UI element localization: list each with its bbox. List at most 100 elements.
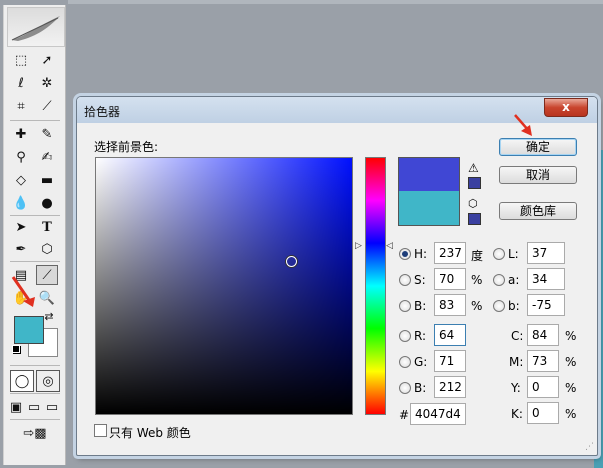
- toolbox-divider: [10, 393, 60, 394]
- radio-lab-l[interactable]: [493, 248, 505, 260]
- current-color-swatch[interactable]: [398, 191, 460, 226]
- red-input[interactable]: 64: [434, 324, 466, 346]
- cyan-label: C:: [511, 329, 524, 343]
- lab-l-input[interactable]: 37: [527, 242, 565, 264]
- hue-slider[interactable]: [365, 157, 386, 415]
- pen-tool-icon[interactable]: ✒: [10, 239, 32, 259]
- hue-slider-right-handle-icon[interactable]: ◁: [386, 241, 393, 251]
- saturation-label: S:: [414, 273, 426, 287]
- toolbox-divider: [10, 120, 60, 121]
- jump-to-imageready-icon[interactable]: ⇨▩: [12, 423, 58, 443]
- blur-tool-icon[interactable]: 💧: [10, 193, 32, 213]
- cyan-unit: %: [565, 329, 577, 343]
- radio-red[interactable]: [399, 330, 411, 342]
- type-tool-icon[interactable]: T: [36, 217, 58, 237]
- green-input[interactable]: 71: [434, 350, 466, 372]
- black-unit: %: [565, 407, 577, 421]
- marquee-tool-icon[interactable]: ⬚: [10, 50, 32, 70]
- history-brush-tool-icon[interactable]: ✍: [36, 147, 58, 167]
- clone-stamp-tool-icon[interactable]: ⚲: [10, 147, 32, 167]
- blue-label: B:: [414, 381, 427, 395]
- blue-input[interactable]: 212: [434, 376, 466, 398]
- cancel-button[interactable]: 取消: [499, 166, 577, 184]
- lab-a-input[interactable]: 34: [527, 268, 565, 290]
- screen-mode-standard-icon[interactable]: ▣: [8, 397, 24, 417]
- yellow-input[interactable]: 0: [527, 376, 559, 398]
- toolbox-divider: [10, 215, 60, 216]
- radio-lab-a[interactable]: [493, 274, 505, 286]
- foreground-color-swatch[interactable]: [14, 316, 44, 344]
- gamut-correction-swatch[interactable]: [468, 177, 481, 189]
- brightness-input[interactable]: 83: [434, 294, 466, 316]
- photoshop-feather-logo: [7, 7, 65, 47]
- hue-label: H:: [414, 247, 428, 261]
- radio-blue[interactable]: [399, 382, 411, 394]
- annotation-arrow-icon: [11, 276, 35, 307]
- toolbox-divider: [10, 365, 60, 366]
- gamut-warning-icon[interactable]: ⚠: [468, 161, 479, 175]
- close-button[interactable]: x: [544, 98, 588, 117]
- toolbox: ⬚ ➚ ℓ ✲ ⌗ ⟋ ✚ ✎ ⚲ ✍ ◇ ▬ 💧 ● ➤ T ✒ ⬡ ▤ ⟋ …: [3, 5, 66, 465]
- saturation-unit: %: [471, 273, 483, 287]
- color-field[interactable]: [95, 157, 353, 415]
- crop-tool-icon[interactable]: ⌗: [10, 96, 32, 116]
- radio-brightness[interactable]: [399, 300, 411, 312]
- web-colors-only-label: 只有 Web 颜色: [109, 426, 191, 440]
- screen-mode-full-icon[interactable]: ▭: [44, 397, 60, 417]
- move-tool-icon[interactable]: ➚: [36, 50, 58, 70]
- resize-grip-icon[interactable]: ⋰: [585, 442, 594, 452]
- dialog-title: 拾色器: [84, 105, 121, 119]
- screen-mode-menu-icon[interactable]: ▭: [26, 397, 42, 417]
- color-libraries-button[interactable]: 颜色库: [499, 202, 577, 220]
- black-input[interactable]: 0: [527, 402, 559, 424]
- lasso-tool-icon[interactable]: ℓ: [10, 73, 32, 93]
- path-select-tool-icon[interactable]: ➤: [10, 217, 32, 237]
- pick-foreground-label: 选择前景色:: [94, 140, 159, 154]
- hex-label: #: [399, 408, 410, 422]
- healing-brush-tool-icon[interactable]: ✚: [10, 124, 32, 144]
- lab-b-label: b:: [508, 299, 520, 313]
- eyedropper-slice-tool-icon[interactable]: ⟋: [36, 96, 58, 116]
- web-safe-correction-swatch[interactable]: [468, 213, 481, 225]
- yellow-label: Y:: [511, 381, 521, 395]
- magenta-unit: %: [565, 355, 577, 369]
- color-field-cursor[interactable]: [286, 256, 297, 267]
- red-label: R:: [414, 329, 427, 343]
- magenta-label: M:: [509, 355, 524, 369]
- radio-lab-b[interactable]: [493, 300, 505, 312]
- radio-saturation[interactable]: [399, 274, 411, 286]
- lab-a-label: a:: [508, 273, 520, 287]
- annotation-arrow-icon: [514, 114, 532, 136]
- gradient-tool-icon[interactable]: ▬: [36, 170, 58, 190]
- brush-tool-icon[interactable]: ✎: [36, 124, 58, 144]
- swap-colors-icon[interactable]: ⇄: [42, 309, 56, 323]
- default-colors-icon[interactable]: [12, 345, 20, 353]
- zoom-tool-icon[interactable]: 🔍: [36, 288, 58, 308]
- brightness-unit: %: [471, 299, 483, 313]
- dodge-tool-icon[interactable]: ●: [36, 193, 58, 213]
- black-label: K:: [511, 407, 523, 421]
- lab-b-input[interactable]: -75: [527, 294, 565, 316]
- color-picker-dialog: 拾色器 x 选择前景色: ▷ ◁ ⚠ ⬡ 确定 取消 颜色库 H: 237 度 …: [76, 96, 598, 456]
- quick-mask-mode-icon[interactable]: ◎: [36, 370, 60, 392]
- radio-hue[interactable]: [399, 248, 411, 260]
- web-colors-only-checkbox[interactable]: [94, 424, 107, 437]
- yellow-unit: %: [565, 381, 577, 395]
- magenta-input[interactable]: 73: [527, 350, 559, 372]
- standard-mode-icon[interactable]: ◯: [10, 370, 34, 392]
- hue-input[interactable]: 237: [434, 242, 466, 264]
- cyan-input[interactable]: 84: [527, 324, 559, 346]
- saturation-input[interactable]: 70: [434, 268, 466, 290]
- web-safe-cube-icon[interactable]: ⬡: [468, 197, 478, 210]
- hex-input[interactable]: 4047d4: [410, 403, 466, 425]
- hue-slider-left-handle-icon[interactable]: ▷: [355, 241, 362, 251]
- toolbox-divider: [10, 261, 60, 262]
- shape-tool-icon[interactable]: ⬡: [36, 239, 58, 259]
- green-label: G:: [414, 355, 428, 369]
- eyedropper-tool-icon[interactable]: ⟋: [36, 265, 58, 285]
- eraser-tool-icon[interactable]: ◇: [10, 170, 32, 190]
- feather-icon: [11, 16, 60, 41]
- magic-wand-tool-icon[interactable]: ✲: [36, 73, 58, 93]
- brightness-label: B:: [414, 299, 427, 313]
- radio-green[interactable]: [399, 356, 411, 368]
